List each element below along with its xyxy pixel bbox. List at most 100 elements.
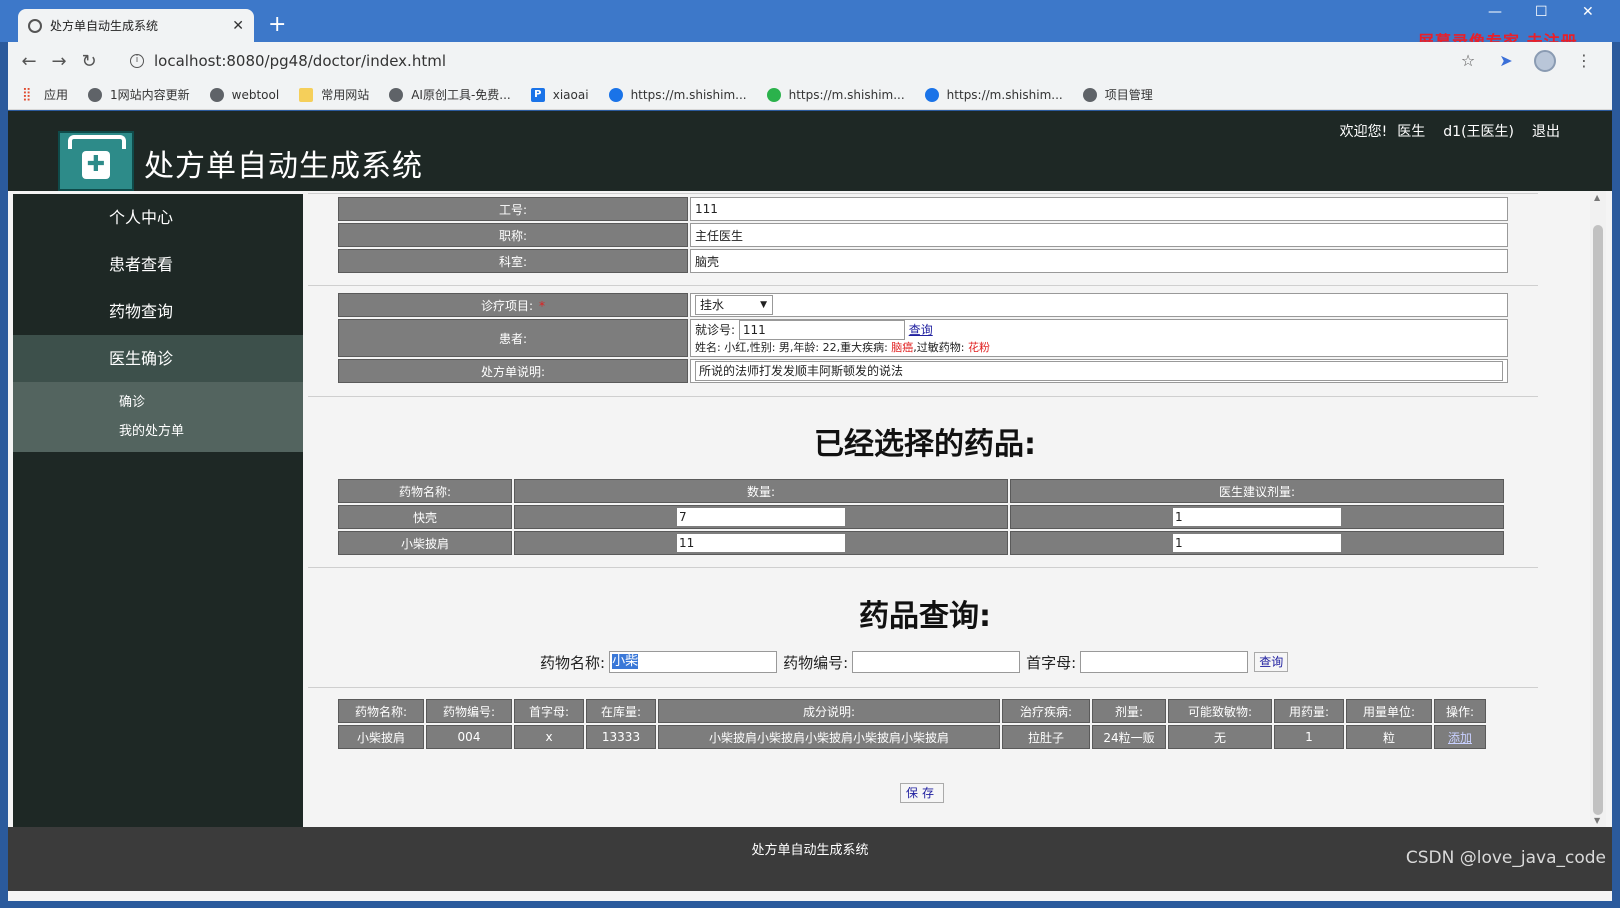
close-tab-icon[interactable]: ✕ (232, 18, 244, 34)
page-scrollbar[interactable]: ▲ ▼ (1590, 191, 1606, 827)
major-disease: 脑癌 (891, 341, 914, 354)
result-name: 小柴披肩 (338, 725, 424, 749)
drug-query-button[interactable]: 查询 (1254, 652, 1289, 672)
maximize-icon[interactable]: ☐ (1535, 4, 1548, 20)
bookmark-item[interactable]: 项目管理 (1082, 86, 1153, 103)
wechat-icon (766, 87, 781, 102)
drug-search-form: 药物名称: 小柴 药物编号: 首字母: 查询 (540, 651, 1289, 673)
sidebar-item-patients[interactable]: 患者查看 (13, 241, 303, 288)
user-area: 欢迎您! 医生 d1(王医生) 退出 (1340, 121, 1560, 141)
extension-icon[interactable]: ➤ (1496, 51, 1516, 71)
bookmark-item[interactable]: webtool (209, 87, 279, 102)
diagnosis-table: 诊疗项目: * 挂水 ▼ 患者: 就诊号: 111 查询 姓名: 小红,性别: 男,… (336, 291, 1510, 385)
column-header: 数量: (514, 479, 1008, 503)
drug-name-label: 药物名称: (540, 653, 606, 672)
main-content: 工号: 111 职称: 主任医生 科室: 脑壳 诊疗项目:* 挂水▼ 患者: (308, 191, 1542, 827)
selected-drugs-title: 已经选择的药品: (814, 427, 1036, 462)
qty-input[interactable]: 11 (677, 534, 845, 552)
bookmark-item[interactable]: https://m.shishim... (608, 87, 747, 102)
globe-icon (28, 18, 42, 33)
drug-search-title: 药品查询: (859, 599, 991, 634)
sidebar-item-drug-search[interactable]: 药物查询 (13, 288, 303, 335)
visit-row: 就诊号: 111 查询 (695, 320, 1507, 340)
allergy: 花粉 (968, 341, 990, 354)
star-icon[interactable]: ☆ (1458, 51, 1478, 71)
dept-label: 科室: (338, 249, 688, 273)
dose-cell: 1 (1010, 531, 1504, 555)
note-input[interactable]: 所说的法师打发发顺丰阿斯顿发的说法 (695, 361, 1503, 381)
save-button[interactable]: 保存 (900, 783, 945, 803)
scroll-up-icon[interactable]: ▲ (1594, 193, 1600, 202)
drug-code-input[interactable] (852, 651, 1021, 673)
globe-icon (389, 87, 404, 102)
divider (308, 396, 1538, 397)
result-action: 添加 (1434, 725, 1486, 749)
sidebar: 个人中心 患者查看 药物查询 医生确诊 确诊 我的处方单 (13, 194, 303, 827)
address-bar[interactable]: i localhost:8080/pg48/doctor/index.html (120, 47, 1494, 75)
column-header: 药物编号: (426, 699, 512, 723)
column-header: 操作: (1434, 699, 1486, 723)
visit-query-link[interactable]: 查询 (909, 323, 933, 337)
forward-icon[interactable]: → (44, 51, 74, 72)
qty-cell: 7 (514, 505, 1008, 529)
bookmark-folder[interactable]: 常用网站 (299, 86, 369, 103)
bookmark-item[interactable]: AI原创工具-免费... (389, 86, 511, 103)
initial-label: 首字母: (1026, 653, 1077, 672)
treatment-item-select[interactable]: 挂水 ▼ (695, 295, 773, 315)
bookmark-item[interactable]: 1网站内容更新 (88, 86, 190, 103)
reload-icon[interactable]: ↻ (74, 51, 104, 72)
url-text[interactable]: localhost:8080/pg48/doctor/index.html (154, 52, 446, 70)
dose-cell: 1 (1010, 505, 1504, 529)
info-icon[interactable]: i (130, 54, 144, 68)
dose-input[interactable]: 1 (1173, 534, 1341, 552)
browser-tab[interactable]: 处方单自动生成系统 ✕ (18, 9, 254, 42)
dept-value: 脑壳 (690, 249, 1508, 273)
dose-input[interactable]: 1 (1173, 508, 1341, 526)
qty-input[interactable]: 7 (677, 508, 845, 526)
sidebar-item-diagnosis[interactable]: 医生确诊 (13, 335, 303, 382)
item-label: 诊疗项目: * (338, 293, 688, 317)
app-header: ✚ 处方单自动生成系统 欢迎您! 医生 d1(王医生) 退出 (8, 111, 1612, 191)
p-logo-icon: P (530, 87, 545, 102)
user-name: d1(王医生) (1443, 124, 1514, 140)
divider (308, 285, 1538, 286)
bookmark-item[interactable]: Pxiaoai (530, 87, 589, 102)
initial-input[interactable] (1080, 651, 1249, 673)
subnav-item-my-prescriptions[interactable]: 我的处方单 (13, 417, 303, 446)
new-tab-button[interactable]: + (268, 12, 286, 37)
job-no-label: 工号: (338, 197, 688, 221)
logout-link[interactable]: 退出 (1532, 121, 1560, 141)
close-window-icon[interactable]: ✕ (1582, 4, 1594, 20)
column-header: 在库量: (586, 699, 656, 723)
table-row: 小柴披肩 11 1 (338, 531, 1504, 555)
scroll-thumb[interactable] (1593, 225, 1603, 815)
add-drug-link[interactable]: 添加 (1448, 731, 1472, 745)
bookmark-item[interactable]: https://m.shishim... (924, 87, 1063, 102)
divider (308, 567, 1538, 568)
minimize-icon[interactable]: — (1488, 4, 1502, 20)
globe-icon (1082, 87, 1097, 102)
column-header: 剂量: (1092, 699, 1166, 723)
scroll-down-icon[interactable]: ▼ (1594, 816, 1600, 825)
bookmarks-bar: ⣿ 应用 1网站内容更新 webtool 常用网站 AI原创工具-免费... Px… (8, 80, 1612, 110)
result-initial: x (514, 725, 584, 749)
result-dose: 24粒一贩 (1092, 725, 1166, 749)
column-header: 成分说明: (658, 699, 1000, 723)
column-header: 用量单位: (1346, 699, 1432, 723)
column-header: 用药量: (1274, 699, 1344, 723)
column-header: 药物名称: (338, 479, 512, 503)
drug-name-input[interactable]: 小柴 (609, 651, 778, 673)
bookmark-item[interactable]: https://m.shishim... (766, 87, 905, 102)
subnav-item-confirm[interactable]: 确诊 (13, 388, 303, 417)
result-amount: 1 (1274, 725, 1344, 749)
visit-no-input[interactable]: 111 (738, 320, 905, 340)
sidebar-item-profile[interactable]: 个人中心 (13, 194, 303, 241)
site-icon (608, 87, 623, 102)
back-icon[interactable]: ← (14, 51, 44, 72)
profile-avatar[interactable] (1534, 50, 1556, 72)
title-value: 主任医生 (690, 223, 1508, 247)
bookmark-apps[interactable]: ⣿ 应用 (22, 86, 68, 103)
required-mark: * (539, 298, 546, 313)
welcome-text: 欢迎您! (1339, 124, 1388, 140)
menu-icon[interactable]: ⋮ (1574, 51, 1594, 71)
